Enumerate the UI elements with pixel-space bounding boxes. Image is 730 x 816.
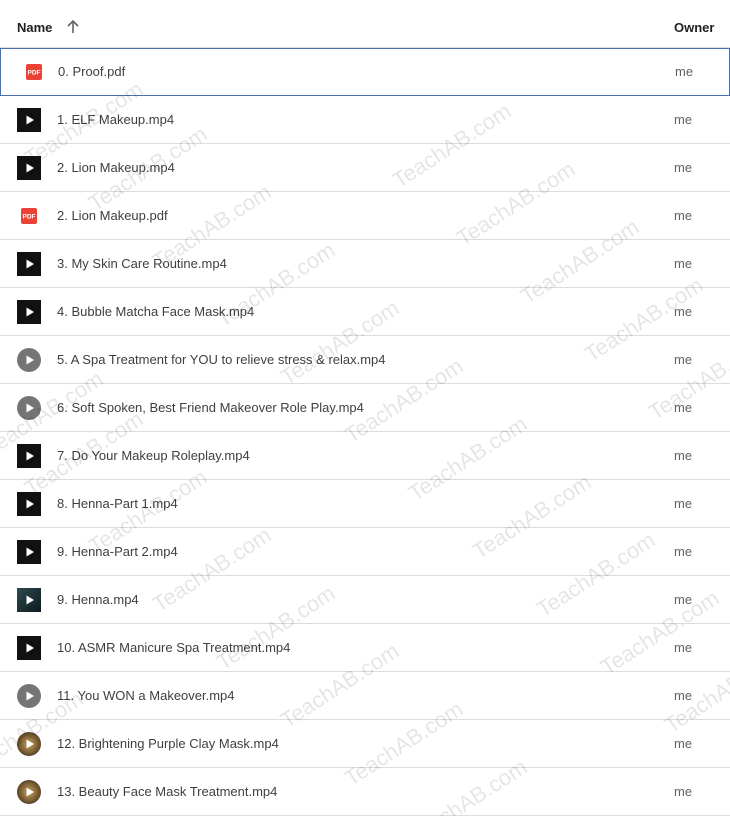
play-circle-icon — [17, 348, 41, 372]
file-name: 4. Bubble Matcha Face Mask.mp4 — [57, 304, 255, 319]
file-name: 0. Proof.pdf — [58, 64, 126, 79]
file-owner: me — [674, 304, 693, 319]
file-name: 1. ELF Makeup.mp4 — [57, 112, 175, 127]
svg-text:PDF: PDF — [28, 70, 41, 77]
file-row[interactable]: 3. My Skin Care Routine.mp4 me — [0, 240, 730, 288]
svg-text:PDF: PDF — [23, 214, 36, 221]
play-circle-icon — [17, 396, 41, 420]
file-name: 2. Lion Makeup.mp4 — [57, 160, 175, 175]
sort-ascending-arrow-icon[interactable] — [64, 18, 82, 36]
file-owner: me — [675, 64, 694, 79]
file-list: PDF 0. Proof.pdf me 1. ELF Makeup.mp4 me 2. L… — [0, 48, 730, 816]
file-row[interactable]: 4. Bubble Matcha Face Mask.mp4 me — [0, 288, 730, 336]
video-thumbnail-icon — [17, 732, 41, 756]
owner-column-header[interactable]: Owner — [674, 20, 714, 35]
file-row[interactable]: 11. You WON a Makeover.mp4 me — [0, 672, 730, 720]
file-row[interactable]: 2. Lion Makeup.mp4 me — [0, 144, 730, 192]
file-owner: me — [674, 688, 693, 703]
file-row[interactable]: PDF 0. Proof.pdf me — [0, 48, 730, 96]
file-owner: me — [674, 544, 693, 559]
file-owner: me — [674, 640, 693, 655]
file-name: 3. My Skin Care Routine.mp4 — [57, 256, 227, 271]
file-name: 8. Henna-Part 1.mp4 — [57, 496, 178, 511]
file-list-header: Name Owner — [0, 0, 730, 48]
file-row[interactable]: 10. ASMR Manicure Spa Treatment.mp4 me — [0, 624, 730, 672]
video-thumbnail-icon — [17, 444, 41, 468]
file-name: 9. Henna-Part 2.mp4 — [57, 544, 178, 559]
file-owner: me — [674, 208, 693, 223]
name-column-header[interactable]: Name — [17, 20, 52, 35]
file-name: 11. You WON a Makeover.mp4 — [57, 688, 235, 703]
pdf-icon: PDF — [22, 60, 46, 84]
file-owner: me — [674, 448, 693, 463]
file-row[interactable]: 1. ELF Makeup.mp4 me — [0, 96, 730, 144]
file-owner: me — [674, 352, 693, 367]
file-name: 9. Henna.mp4 — [57, 592, 139, 607]
play-circle-icon — [17, 684, 41, 708]
file-row[interactable]: 5. A Spa Treatment for YOU to relieve st… — [0, 336, 730, 384]
file-name: 7. Do Your Makeup Roleplay.mp4 — [57, 448, 250, 463]
file-name: 6. Soft Spoken, Best Friend Makeover Rol… — [57, 400, 364, 415]
video-thumbnail-icon — [17, 156, 41, 180]
file-owner: me — [674, 256, 693, 271]
file-owner: me — [674, 160, 693, 175]
file-row[interactable]: 9. Henna-Part 2.mp4 me — [0, 528, 730, 576]
video-thumbnail-icon — [17, 108, 41, 132]
video-thumbnail-icon — [17, 780, 41, 804]
file-owner: me — [674, 112, 693, 127]
video-thumbnail-icon — [17, 636, 41, 660]
file-row[interactable]: 9. Henna.mp4 me — [0, 576, 730, 624]
file-row[interactable]: 8. Henna-Part 1.mp4 me — [0, 480, 730, 528]
file-name: 10. ASMR Manicure Spa Treatment.mp4 — [57, 640, 291, 655]
file-row[interactable]: PDF 2. Lion Makeup.pdf me — [0, 192, 730, 240]
file-owner: me — [674, 736, 693, 751]
file-owner: me — [674, 496, 693, 511]
video-thumbnail-icon — [17, 252, 41, 276]
file-row[interactable]: 13. Beauty Face Mask Treatment.mp4 me — [0, 768, 730, 816]
file-row[interactable]: 7. Do Your Makeup Roleplay.mp4 me — [0, 432, 730, 480]
video-thumbnail-icon — [17, 588, 41, 612]
file-owner: me — [674, 784, 693, 799]
pdf-icon: PDF — [17, 204, 41, 228]
file-name: 13. Beauty Face Mask Treatment.mp4 — [57, 784, 278, 799]
file-name: 5. A Spa Treatment for YOU to relieve st… — [57, 352, 386, 367]
file-row[interactable]: 6. Soft Spoken, Best Friend Makeover Rol… — [0, 384, 730, 432]
video-thumbnail-icon — [17, 300, 41, 324]
file-name: 2. Lion Makeup.pdf — [57, 208, 168, 223]
file-owner: me — [674, 592, 693, 607]
video-thumbnail-icon — [17, 492, 41, 516]
video-thumbnail-icon — [17, 540, 41, 564]
file-name: 12. Brightening Purple Clay Mask.mp4 — [57, 736, 279, 751]
file-row[interactable]: 12. Brightening Purple Clay Mask.mp4 me — [0, 720, 730, 768]
file-owner: me — [674, 400, 693, 415]
